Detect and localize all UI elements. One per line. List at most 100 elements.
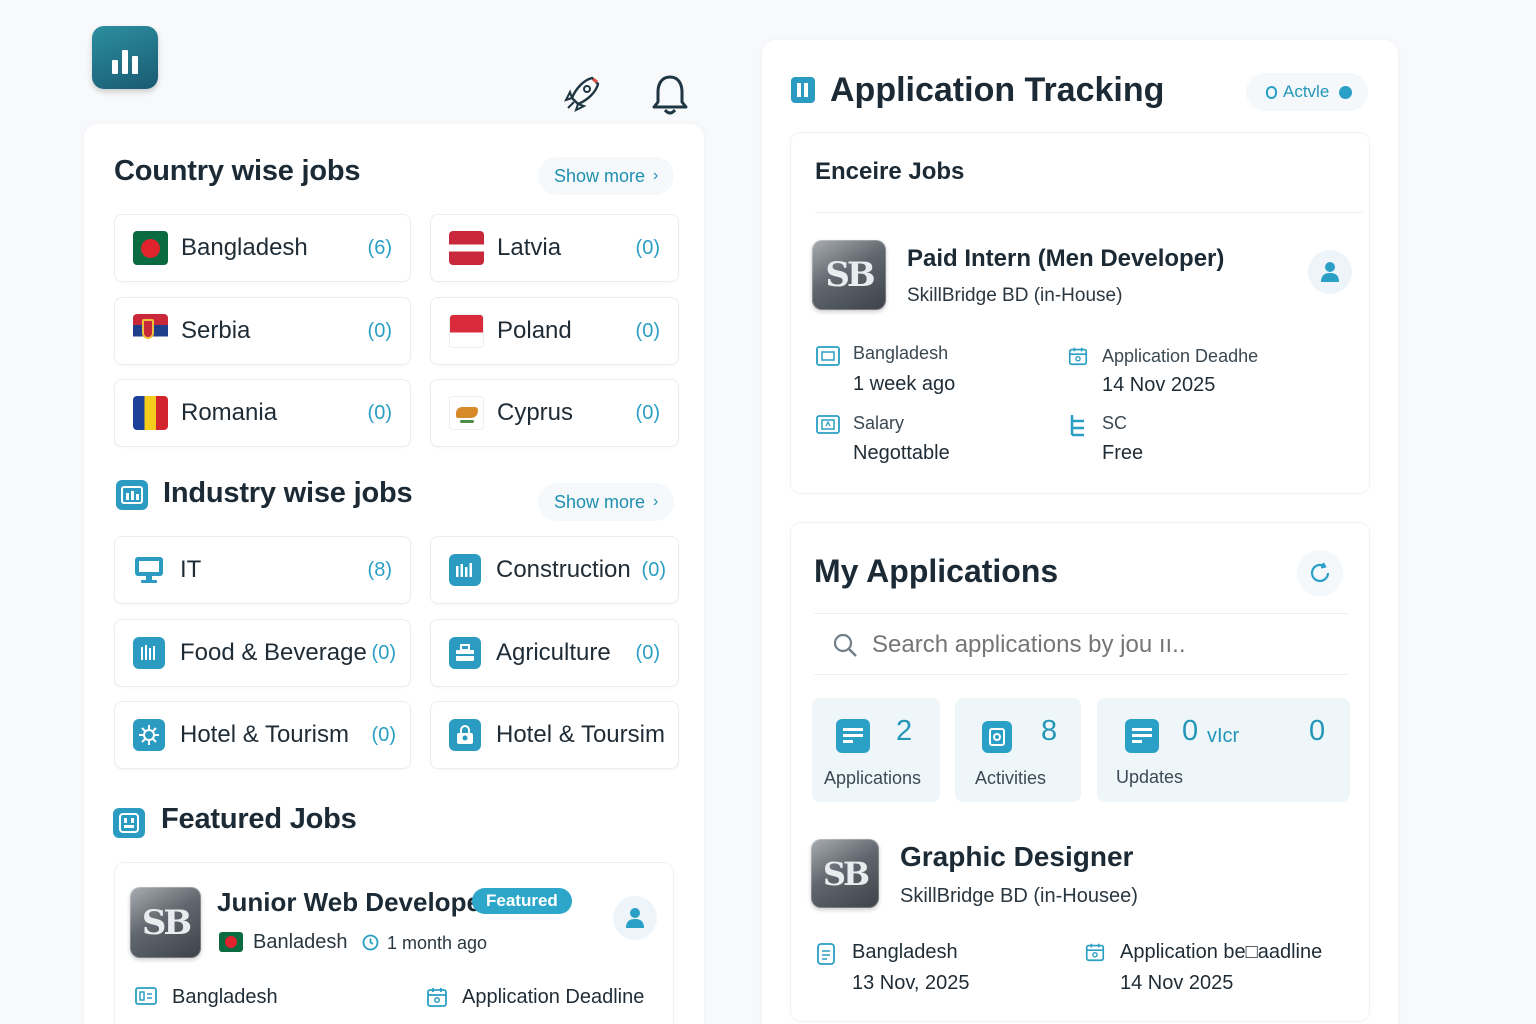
poland-flag-icon (449, 314, 484, 348)
industry-count: (0) (371, 641, 396, 664)
industry-name: Hotel & Tourism (180, 721, 349, 748)
divider (814, 674, 1348, 675)
country-tile-latvia[interactable]: Latvia (0) (430, 214, 679, 282)
latvia-flag-icon (449, 231, 484, 265)
featured-badge: Featured (472, 888, 572, 914)
industry-tile-construction[interactable]: Construction (0) (430, 536, 679, 604)
country-section-title: Country wise jobs (114, 155, 361, 187)
monitor-icon (133, 554, 165, 586)
fee-icon (1068, 413, 1088, 442)
search-icon (833, 633, 857, 657)
meta-value: 1 week ago (853, 373, 956, 395)
featured-job-country: Banladesh (253, 931, 348, 953)
featured-job-title[interactable]: Junior Web Developer (217, 887, 491, 918)
clock-icon (362, 934, 379, 956)
stat-value: 2 (896, 715, 913, 747)
featured-meta-left-label: Bangladesh (172, 986, 278, 1008)
chevron-right-icon: › (653, 167, 659, 184)
food-beverage-icon (133, 637, 165, 669)
stat-label: Applications (824, 768, 922, 788)
country-name: Romania (181, 399, 278, 426)
salary-icon (816, 413, 840, 440)
country-count: (0) (367, 401, 392, 424)
status-badge[interactable]: Actvle (1246, 73, 1368, 111)
industry-tile-it[interactable]: IT (8) (114, 536, 411, 604)
app-logo[interactable] (92, 26, 158, 89)
meta-value: 13 Nov, 2025 (852, 972, 970, 994)
industry-show-more-button[interactable]: Show more › (538, 483, 675, 521)
tracking-job-title[interactable]: Paid Intern (Men Developer) (907, 245, 1224, 273)
stat-value: 8 (1041, 715, 1058, 747)
industry-count: (0) (641, 558, 666, 581)
stat-value-secondary: 0 (1309, 715, 1326, 747)
status-text: Actvle (1283, 82, 1330, 101)
country-count: (0) (367, 319, 392, 342)
country-count: (6) (367, 236, 392, 259)
calendar-icon (1084, 941, 1106, 968)
meta-value: 14 Nov 2025 (1102, 374, 1216, 396)
industry-count: (8) (367, 558, 392, 581)
country-tile-romania[interactable]: Romania (0) (114, 379, 411, 447)
meta-value: 14 Nov 2025 (1120, 972, 1234, 994)
bangladesh-flag-icon (219, 932, 243, 952)
application-job-title[interactable]: Graphic Designer (900, 841, 1133, 873)
updates-icon (1125, 719, 1159, 753)
featured-section-title: Featured Jobs (161, 803, 357, 835)
country-show-more-button[interactable]: Show more › (538, 157, 675, 195)
ring-icon (1266, 85, 1277, 99)
meta-label: Salary (853, 413, 905, 433)
country-tile-poland[interactable]: Poland (0) (430, 297, 679, 365)
country-count: (0) (635, 401, 660, 424)
refresh-button[interactable] (1297, 550, 1343, 596)
user-avatar-button[interactable] (613, 896, 657, 940)
user-avatar-button[interactable] (1308, 250, 1352, 294)
industry-name: Hotel & Toursim (496, 721, 665, 748)
country-tile-serbia[interactable]: Serbia (0) (114, 297, 411, 365)
tracking-job-company: SkillBridge BD (in-House) (907, 285, 1123, 306)
country-name: Latvia (497, 234, 562, 261)
search-bar[interactable] (814, 616, 1348, 674)
serbia-flag-icon (133, 314, 168, 348)
country-count: (0) (635, 319, 660, 342)
industry-tile-hotel-tourism[interactable]: Hotel & Tourism (0) (114, 701, 411, 769)
industry-count: (0) (635, 641, 660, 664)
user-icon (626, 908, 644, 928)
country-count: (0) (635, 236, 660, 259)
show-more-label: Show more (554, 491, 646, 512)
bell-icon[interactable] (650, 72, 690, 116)
industry-section-icon (116, 480, 148, 510)
refresh-icon (1310, 562, 1330, 582)
tracking-title: Application Tracking (830, 71, 1165, 109)
logo-bar (132, 56, 138, 74)
rocket-icon[interactable] (562, 72, 602, 116)
meta-value: Free (1102, 442, 1144, 464)
agriculture-icon (449, 637, 481, 669)
my-applications-title: My Applications (814, 553, 1059, 589)
industry-name: Agriculture (496, 639, 611, 666)
status-dot-icon (1339, 85, 1353, 99)
romania-flag-icon (133, 396, 168, 430)
calendar-icon (1067, 345, 1089, 372)
tracking-card-title: Enceire Jobs (815, 158, 965, 185)
stat-label: Activities (975, 768, 1047, 788)
search-input[interactable] (872, 631, 1312, 659)
country-name: Cyprus (497, 399, 574, 426)
chevron-right-icon: › (653, 493, 659, 510)
featured-section-icon (113, 808, 145, 838)
company-logo: SB (812, 240, 886, 310)
cyprus-flag-icon (449, 396, 484, 430)
industry-tile-hotel-toursim[interactable]: Hotel & Toursim (430, 701, 679, 769)
company-logo: SB (811, 839, 879, 908)
country-tile-bangladesh[interactable]: Bangladesh (6) (114, 214, 411, 282)
document-icon (816, 942, 836, 971)
featured-meta-right-label: Application Deadline (462, 986, 645, 1008)
industry-tile-food-beverage[interactable]: Food & Beverage (0) (114, 619, 411, 687)
industry-name: Construction (496, 556, 631, 583)
activities-icon (982, 721, 1012, 753)
construction-icon (449, 554, 481, 586)
stat-value: 0 (1182, 715, 1199, 747)
applications-icon (836, 719, 870, 753)
country-tile-cyprus[interactable]: Cyprus (0) (430, 379, 679, 447)
industry-tile-agriculture[interactable]: Agriculture (0) (430, 619, 679, 687)
user-icon (1321, 262, 1339, 282)
